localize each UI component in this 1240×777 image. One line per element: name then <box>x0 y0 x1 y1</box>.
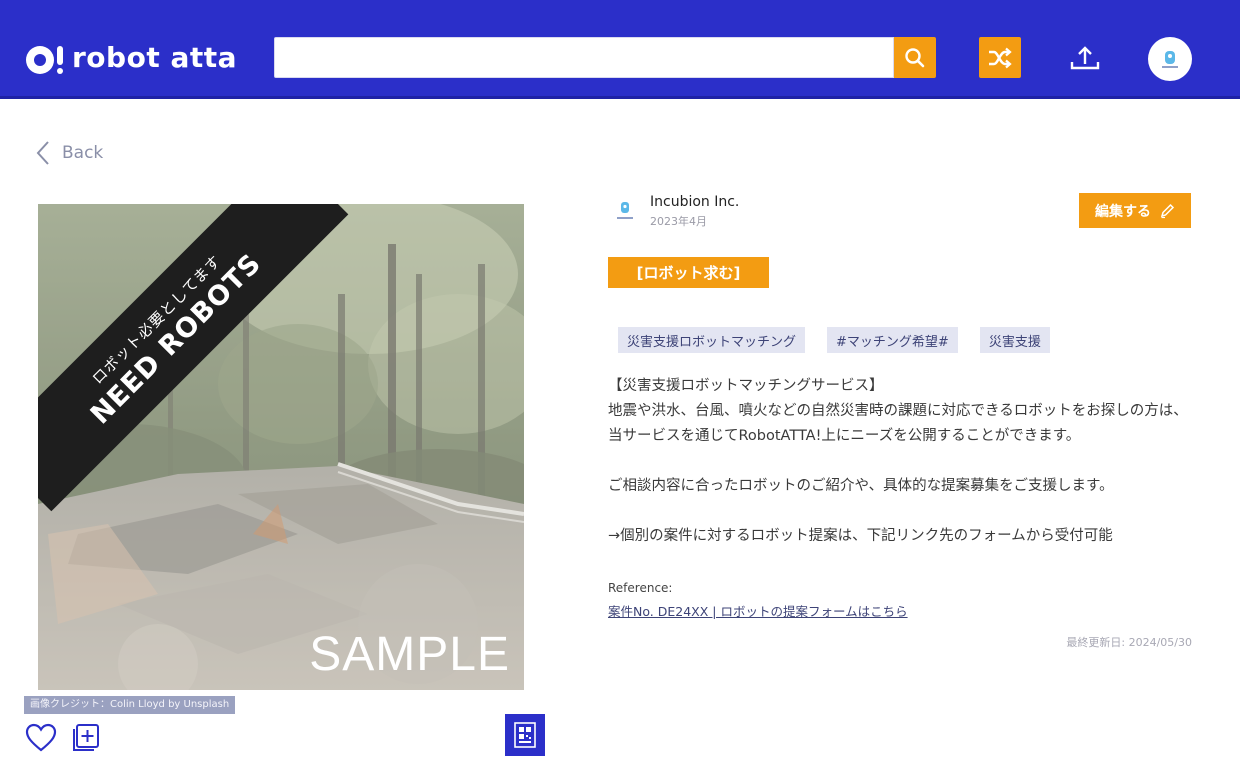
organization-logo[interactable] <box>608 194 642 228</box>
upload-icon <box>1070 45 1100 69</box>
logo-mark-icon <box>26 44 66 76</box>
post-image: ロボット必要としてます NEED ROBOTS SAMPLE <box>38 204 524 690</box>
tag-item[interactable]: 災害支援 <box>979 327 1050 353</box>
top-header: robot atta <box>0 0 1240 99</box>
shuffle-button[interactable] <box>979 37 1021 78</box>
avatar-icon <box>1162 51 1178 68</box>
last-updated: 最終更新日: 2024/05/30 <box>1066 636 1192 649</box>
tag-item[interactable]: 災害支援ロボットマッチング <box>618 327 806 353</box>
description-heading: 【災害支援ロボットマッチングサービス】 <box>608 378 884 394</box>
post-type-badge: [ロボット求む] <box>608 257 769 288</box>
tag-list: 災害支援ロボットマッチング #マッチング希望# 災害支援 <box>618 327 1050 353</box>
bookmark-add-button[interactable] <box>71 722 101 752</box>
search-icon <box>905 47 925 67</box>
user-avatar[interactable] <box>1148 37 1192 81</box>
image-credit: 画像クレジット：Colin Lloyd by Unsplash <box>24 696 236 714</box>
chevron-left-icon <box>36 141 49 165</box>
search-input[interactable] <box>274 37 894 78</box>
reference-label: Reference: <box>608 581 673 595</box>
qr-code-icon <box>514 722 536 748</box>
incubion-logo-icon <box>617 202 633 219</box>
add-to-list-icon <box>73 724 99 751</box>
qr-code-button[interactable] <box>505 714 545 756</box>
logo-text: robot atta <box>72 40 238 74</box>
post-date: 2023年4月 <box>650 215 707 228</box>
reference-link[interactable]: 案件No. DE24XX | ロボットの提案フォームはこちら <box>608 601 908 620</box>
organization-name[interactable]: Incubion Inc. <box>650 194 739 210</box>
description-paragraph: →個別の案件に対するロボット提案は、下記リンク先のフォームから受付可能 <box>608 528 1113 544</box>
back-label: Back <box>62 143 104 163</box>
heart-icon <box>25 723 57 752</box>
description-paragraph: ご相談内容に合ったロボットのご紹介や、具体的な提案募集をご支援します。 <box>608 478 1114 494</box>
search-button[interactable] <box>894 37 936 78</box>
like-button[interactable] <box>25 723 57 753</box>
site-logo[interactable]: robot atta <box>26 40 237 80</box>
pencil-icon <box>1160 203 1175 218</box>
edit-button[interactable]: 編集する <box>1079 193 1191 228</box>
sample-watermark: SAMPLE <box>309 628 510 681</box>
shuffle-icon <box>989 47 1012 68</box>
upload-button[interactable] <box>1064 37 1106 78</box>
edit-label: 編集する <box>1095 203 1151 220</box>
back-button[interactable]: Back <box>36 138 103 168</box>
image-overlay <box>38 204 524 690</box>
tag-item[interactable]: #マッチング希望# <box>827 327 958 353</box>
post-description: 【災害支援ロボットマッチングサービス】 地震や洪水、台風、噴火などの自然災害時の… <box>608 374 1192 549</box>
description-paragraph: 地震や洪水、台風、噴火などの自然災害時の課題に対応できるロボットをお探しの方は、… <box>608 403 1188 444</box>
